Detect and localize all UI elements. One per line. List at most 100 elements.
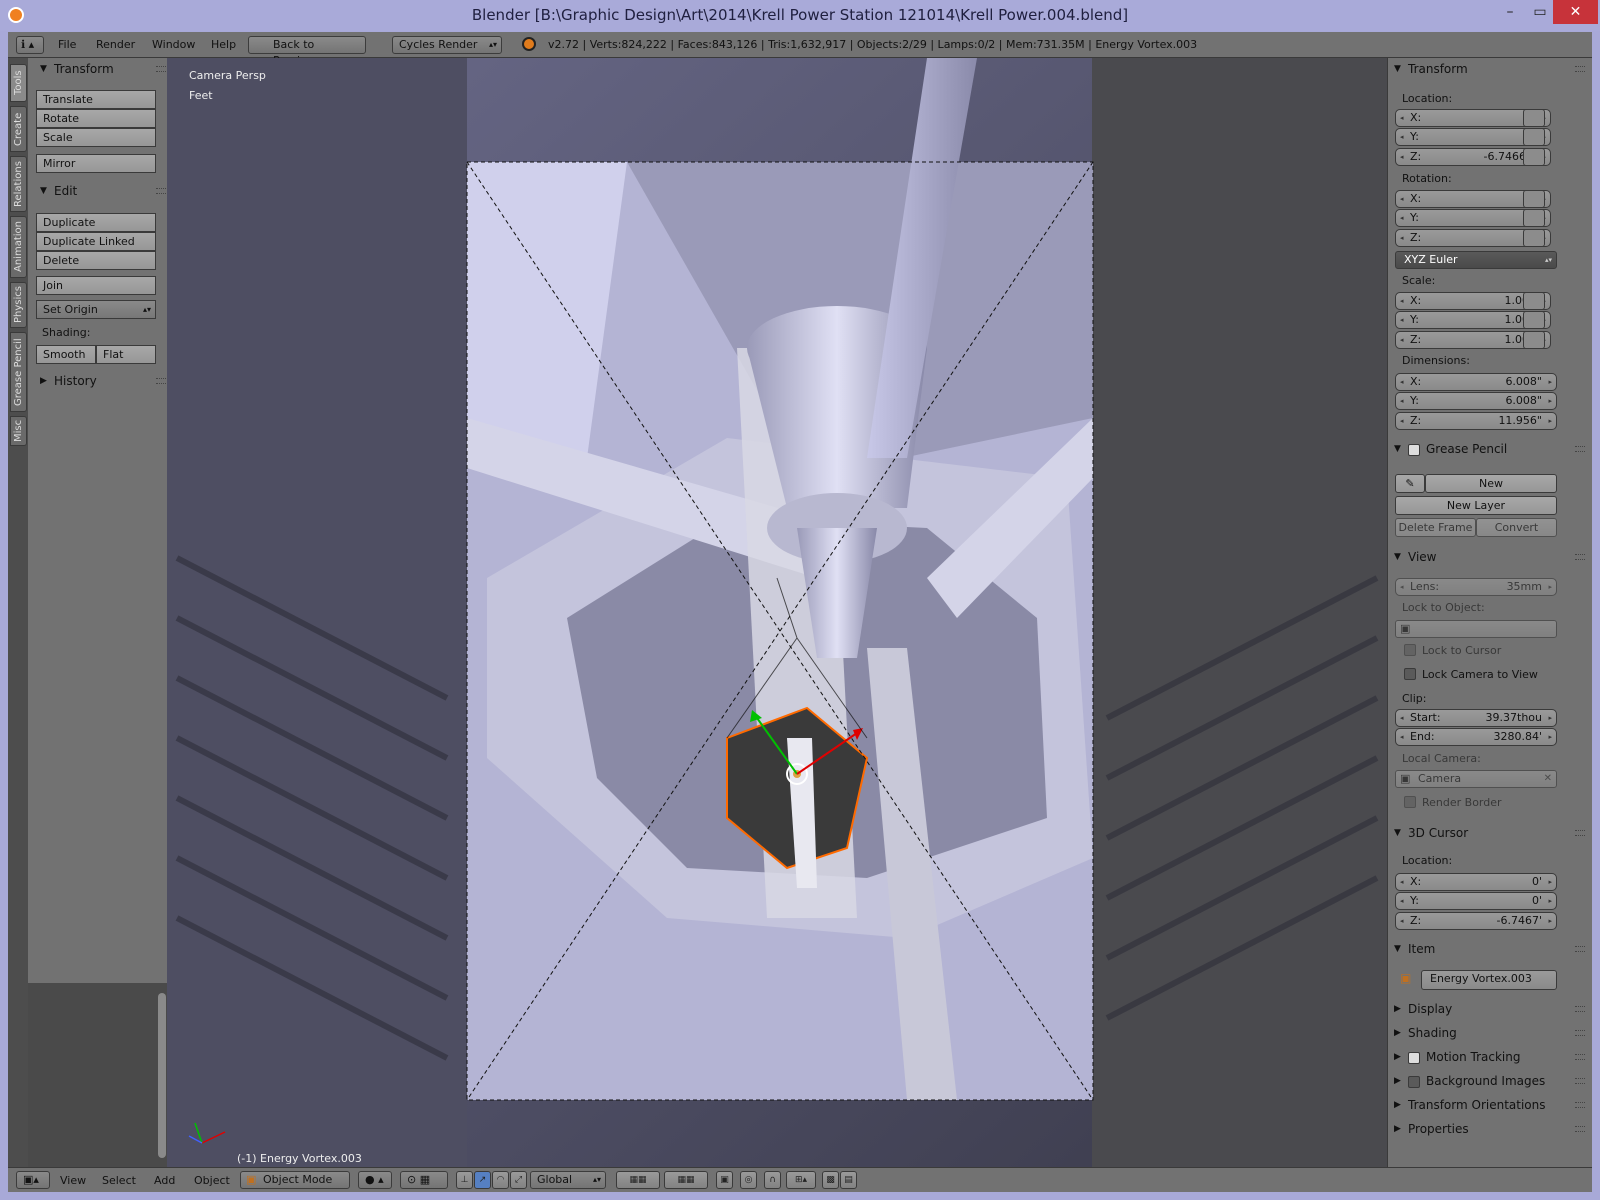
grip-icon[interactable]: [1575, 946, 1585, 952]
grip-icon[interactable]: [1575, 1054, 1585, 1060]
rotation-mode-select[interactable]: XYZ Euler ▴▾: [1395, 251, 1557, 269]
object-name-field[interactable]: Energy Vortex.003: [1421, 970, 1557, 990]
shading-panel-header[interactable]: ▶ Shading: [1388, 1024, 1593, 1044]
tab-animation[interactable]: Animation: [10, 216, 27, 278]
delete-button[interactable]: Delete: [36, 251, 156, 270]
menu-help[interactable]: Help: [211, 38, 236, 51]
history-panel-header[interactable]: ▶ History: [28, 372, 174, 392]
grip-icon[interactable]: [156, 378, 166, 384]
menu-render[interactable]: Render: [96, 38, 135, 51]
close-button[interactable]: ✕: [1553, 0, 1598, 24]
lock-icon[interactable]: [1523, 128, 1545, 146]
set-origin-select[interactable]: Set Origin ▴▾: [36, 300, 156, 319]
pivot-point-icon[interactable]: ⊙ ▦: [400, 1171, 448, 1189]
checkbox-icon[interactable]: [1408, 1076, 1420, 1088]
mode-select[interactable]: ▣ Object Mode: [240, 1171, 350, 1189]
lock-to-cursor-checkbox[interactable]: [1404, 644, 1416, 656]
scrollbar[interactable]: [158, 993, 166, 1158]
lock-icon[interactable]: [1523, 109, 1545, 127]
lens-field[interactable]: ◂ Lens: 35mm ▸: [1395, 578, 1557, 596]
lock-icon[interactable]: [1523, 190, 1545, 208]
local-camera-field[interactable]: ▣ Camera ✕: [1395, 770, 1557, 788]
clip-start-field[interactable]: ◂ Start: 39.37thou ▸: [1395, 709, 1557, 727]
motion-tracking-panel-header[interactable]: ▶ Motion Tracking: [1388, 1048, 1593, 1068]
grip-icon[interactable]: [1575, 830, 1585, 836]
grip-icon[interactable]: [1575, 1078, 1585, 1084]
delete-frame-button[interactable]: Delete Frame: [1395, 518, 1476, 537]
lock-icon[interactable]: [1523, 311, 1545, 329]
cursor-z-field[interactable]: ◂ Z: -6.7467' ▸: [1395, 912, 1557, 930]
grip-icon[interactable]: [156, 188, 166, 194]
item-panel-header[interactable]: ▼ Item: [1388, 940, 1593, 960]
proportional-edit-icon[interactable]: ◎: [740, 1171, 757, 1189]
tab-misc[interactable]: Misc: [10, 416, 27, 446]
new-gpencil-button[interactable]: New: [1425, 474, 1557, 493]
menu-select[interactable]: Select: [102, 1174, 136, 1187]
tab-physics[interactable]: Physics: [10, 282, 27, 328]
edit-panel-header[interactable]: ▼ Edit: [28, 182, 174, 202]
tab-create[interactable]: Create: [10, 106, 27, 152]
layers-icon[interactable]: ▦▦: [664, 1171, 708, 1189]
grip-icon[interactable]: [1575, 446, 1585, 452]
tab-relations[interactable]: Relations: [10, 156, 27, 212]
grip-icon[interactable]: [1575, 1030, 1585, 1036]
duplicate-linked-button[interactable]: Duplicate Linked: [36, 232, 156, 251]
translate-manipulator-icon[interactable]: ↗: [474, 1171, 491, 1189]
translate-button[interactable]: Translate: [36, 90, 156, 109]
viewport-shading-icon[interactable]: ● ▴: [358, 1171, 392, 1189]
display-panel-header[interactable]: ▶ Display: [1388, 1000, 1593, 1020]
lock-object-field[interactable]: ▣: [1395, 620, 1557, 638]
menu-object[interactable]: Object: [194, 1174, 230, 1187]
dimensions-x-field[interactable]: ◂ X: 6.008" ▸: [1395, 373, 1557, 391]
rotate-manipulator-icon[interactable]: ◠: [492, 1171, 509, 1189]
snap-icon[interactable]: ∩: [764, 1171, 781, 1189]
rotate-button[interactable]: Rotate: [36, 109, 156, 128]
menu-file[interactable]: File: [58, 38, 76, 51]
dimensions-z-field[interactable]: ◂ Z: 11.956" ▸: [1395, 412, 1557, 430]
mirror-button[interactable]: Mirror: [36, 154, 156, 173]
maximize-button[interactable]: ▭: [1525, 0, 1555, 24]
3d-viewport[interactable]: Camera Persp Feet (-1) Energy Vortex.003: [167, 58, 1387, 1167]
checkbox-checked-icon[interactable]: [1408, 1052, 1420, 1064]
render-icon[interactable]: ▩: [822, 1171, 839, 1189]
lock-icon[interactable]: [1523, 331, 1545, 349]
cursor-x-field[interactable]: ◂ X: 0' ▸: [1395, 873, 1557, 891]
pencil-icon[interactable]: ✎: [1395, 474, 1425, 493]
3d-cursor-panel-header[interactable]: ▼ 3D Cursor: [1388, 824, 1593, 844]
menu-window[interactable]: Window: [152, 38, 195, 51]
lock-camera-checkbox[interactable]: [1404, 668, 1416, 680]
lock-icon[interactable]: [1523, 148, 1545, 166]
layers-icon[interactable]: ▦▦: [616, 1171, 660, 1189]
lock-icon[interactable]: [1523, 209, 1545, 227]
scale-manipulator-icon[interactable]: ⤢: [510, 1171, 527, 1189]
join-button[interactable]: Join: [36, 276, 156, 295]
view-panel-header[interactable]: ▼ View: [1388, 548, 1593, 568]
convert-button[interactable]: Convert: [1476, 518, 1557, 537]
checkbox-checked-icon[interactable]: [1408, 444, 1420, 456]
tab-grease-pencil[interactable]: Grease Pencil: [10, 332, 27, 412]
render-border-checkbox[interactable]: [1404, 796, 1416, 808]
lock-layers-icon[interactable]: ▣: [716, 1171, 733, 1189]
tab-tools[interactable]: Tools: [10, 64, 27, 102]
orientation-select[interactable]: Global ▴▾: [530, 1171, 606, 1189]
smooth-button[interactable]: Smooth: [36, 345, 96, 364]
grip-icon[interactable]: [1575, 1102, 1585, 1108]
render-engine-select[interactable]: Cycles Render ▴▾: [392, 36, 502, 54]
back-to-previous-button[interactable]: Back to Previous: [248, 36, 366, 67]
transform-panel-header[interactable]: ▼ Transform: [28, 60, 174, 80]
scale-button[interactable]: Scale: [36, 128, 156, 147]
manipulator-icon[interactable]: ⊥: [456, 1171, 473, 1189]
minimize-button[interactable]: –: [1495, 0, 1525, 24]
new-layer-button[interactable]: New Layer: [1395, 496, 1557, 515]
grip-icon[interactable]: [1575, 1126, 1585, 1132]
background-images-panel-header[interactable]: ▶ Background Images: [1388, 1072, 1593, 1092]
render-animation-icon[interactable]: ▤: [840, 1171, 857, 1189]
clear-icon[interactable]: ✕: [1544, 771, 1552, 787]
transform-panel-header[interactable]: ▼ Transform: [1388, 60, 1593, 80]
editor-type-icon[interactable]: ℹ ▴: [16, 36, 44, 54]
dimensions-y-field[interactable]: ◂ Y: 6.008" ▸: [1395, 392, 1557, 410]
editor-type-icon[interactable]: ▣▴: [16, 1171, 50, 1189]
flat-button[interactable]: Flat: [96, 345, 156, 364]
grip-icon[interactable]: [1575, 1006, 1585, 1012]
properties-panel-header[interactable]: ▶ Properties: [1388, 1120, 1593, 1140]
